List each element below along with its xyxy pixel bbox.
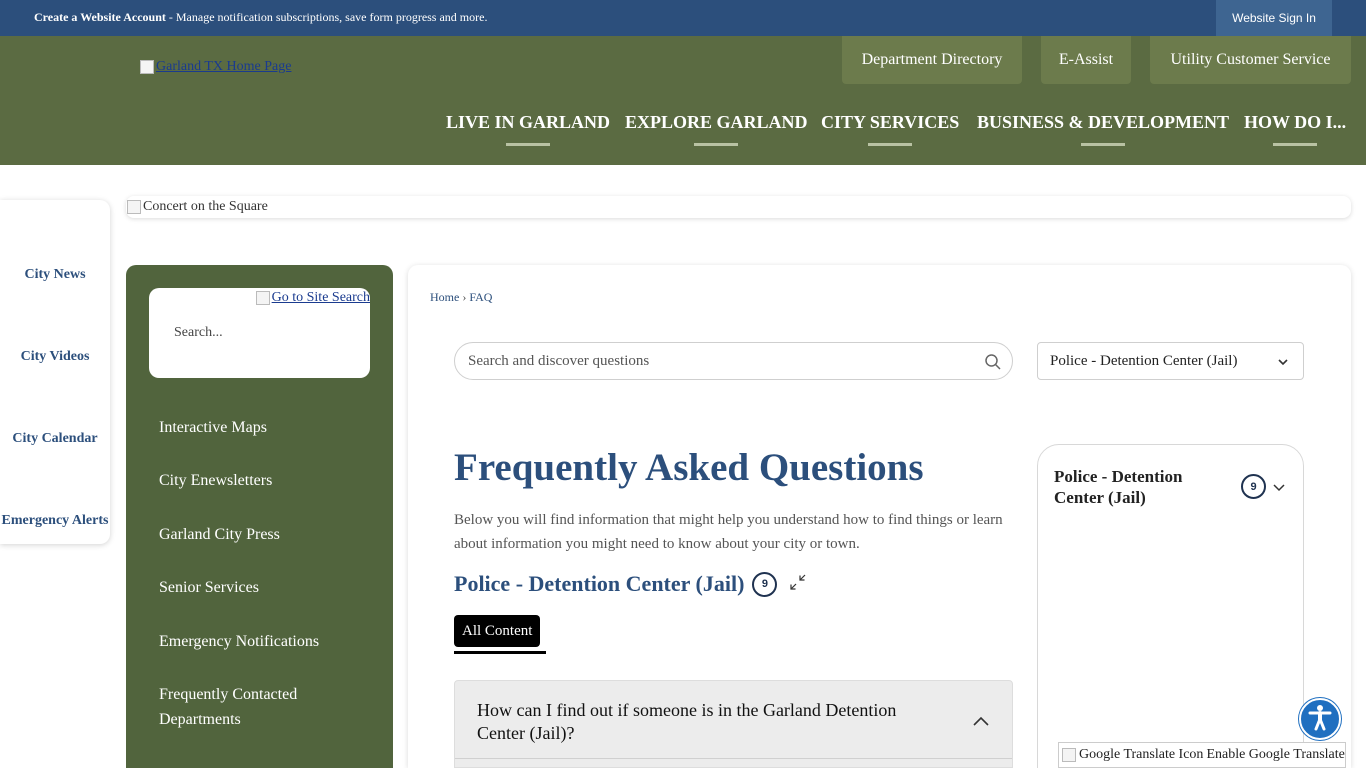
- create-account-message[interactable]: Create a Website Account - Manage notifi…: [34, 10, 487, 25]
- nav-live-in-garland[interactable]: LIVE IN GARLAND: [446, 112, 610, 152]
- site-search-box[interactable]: Go to Site Search Search...: [149, 288, 370, 378]
- nav-label: LIVE IN GARLAND: [446, 112, 611, 132]
- breadcrumb: Home › FAQ: [430, 290, 492, 305]
- nav-underline: [1273, 143, 1318, 146]
- banner-alt-text: Concert on the Square: [143, 199, 268, 214]
- chevron-down-icon[interactable]: [1272, 480, 1286, 498]
- category-heading: Police - Detention Center (Jail) 9: [454, 571, 807, 597]
- quicklink-city-calendar[interactable]: City Calendar: [0, 431, 110, 447]
- accessibility-icon: [1305, 702, 1335, 737]
- breadcrumb-current[interactable]: FAQ: [469, 290, 492, 304]
- nav-label: CITY SERVICES: [821, 112, 960, 132]
- site-header: Garland TX Home Page Department Director…: [0, 36, 1366, 165]
- broken-image-icon: [127, 200, 141, 214]
- sidebar-item-garland-city-press[interactable]: Garland City Press: [159, 522, 379, 547]
- category-heading-text: Police - Detention Center (Jail): [454, 571, 745, 596]
- collapse-arrows-icon[interactable]: [789, 573, 807, 596]
- translate-label: Enable Google Translate: [1206, 747, 1345, 762]
- chevron-down-icon: [1277, 355, 1289, 373]
- category-card-name: Police - Detention Center (Jail): [1054, 467, 1183, 507]
- sidebar-item-frequently-contacted-departments[interactable]: Frequently Contacted Departments: [159, 682, 379, 732]
- nav-underline: [694, 143, 739, 146]
- site-search-link[interactable]: Go to Site Search: [255, 290, 370, 306]
- quicklink-city-news[interactable]: City News: [0, 267, 110, 283]
- category-card[interactable]: Police - Detention Center (Jail) 9: [1037, 444, 1304, 768]
- sidebar-item-interactive-maps[interactable]: Interactive Maps: [159, 415, 379, 440]
- search-icon[interactable]: [984, 353, 1002, 376]
- site-search-link-text: Go to Site Search: [271, 290, 370, 305]
- e-assist-button[interactable]: E-Assist: [1041, 36, 1131, 84]
- category-select[interactable]: Police - Detention Center (Jail): [1037, 342, 1304, 380]
- hero-banner: Concert on the Square: [126, 196, 1351, 218]
- tab-active-underline: [454, 651, 546, 654]
- translate-icon-alt: Google Translate Icon: [1079, 747, 1204, 762]
- department-directory-button[interactable]: Department Directory: [842, 36, 1022, 84]
- nav-underline: [506, 143, 551, 146]
- nav-explore-garland[interactable]: EXPLORE GARLAND: [625, 112, 808, 152]
- faq-question-text: How can I find out if someone is in the …: [477, 700, 897, 743]
- sidebar: Go to Site Search Search... Interactive …: [126, 265, 393, 768]
- quicklink-city-videos[interactable]: City Videos: [0, 349, 110, 365]
- site-search-input[interactable]: Search...: [174, 325, 223, 341]
- quick-links-panel: City News City Videos City Calendar Emer…: [0, 200, 110, 544]
- sidebar-item-city-enewsletters[interactable]: City Enewsletters: [159, 468, 379, 493]
- faq-search-placeholder: Search and discover questions: [468, 353, 650, 369]
- quicklink-emergency-alerts[interactable]: Emergency Alerts: [0, 513, 110, 529]
- breadcrumb-home[interactable]: Home: [430, 290, 459, 304]
- chevron-up-icon[interactable]: [972, 714, 990, 732]
- broken-image-icon: [140, 60, 154, 74]
- page-title: Frequently Asked Questions: [454, 446, 924, 489]
- sidebar-item-emergency-notifications[interactable]: Emergency Notifications: [159, 629, 379, 654]
- nav-city-services[interactable]: CITY SERVICES: [821, 112, 959, 152]
- nav-label: BUSINESS & DEVELOPMENT: [977, 112, 1230, 132]
- logo-alt-text: Garland TX Home Page: [156, 59, 292, 74]
- home-logo-link[interactable]: Garland TX Home Page: [140, 59, 291, 75]
- nav-how-do-i[interactable]: HOW DO I...: [1244, 112, 1346, 152]
- broken-image-icon: [255, 291, 270, 305]
- create-account-description: - Manage notification subscriptions, sav…: [165, 10, 488, 24]
- broken-image-icon: [1062, 748, 1076, 762]
- create-account-link[interactable]: Create a Website Account: [34, 10, 166, 24]
- nav-label: HOW DO I...: [1244, 112, 1347, 132]
- sidebar-item-senior-services[interactable]: Senior Services: [159, 575, 379, 600]
- nav-underline: [1081, 143, 1126, 146]
- google-translate-button[interactable]: Google Translate Icon Enable Google Tran…: [1058, 742, 1346, 768]
- category-select-value: Police - Detention Center (Jail): [1050, 353, 1238, 369]
- nav-label: EXPLORE GARLAND: [625, 112, 808, 132]
- question-divider: [455, 758, 1012, 759]
- category-count-badge: 9: [752, 571, 778, 597]
- top-bar: Create a Website Account - Manage notifi…: [0, 0, 1366, 36]
- nav-business-development[interactable]: BUSINESS & DEVELOPMENT: [977, 112, 1229, 152]
- accessibility-button[interactable]: [1299, 698, 1341, 740]
- sign-in-button[interactable]: Website Sign In: [1216, 0, 1332, 36]
- faq-intro: Below you will find information that mig…: [454, 512, 1003, 552]
- breadcrumb-separator: ›: [462, 290, 467, 304]
- nav-underline: [868, 143, 913, 146]
- tab-all-content[interactable]: All Content: [454, 615, 541, 647]
- faq-search-input[interactable]: Search and discover questions: [454, 342, 1013, 380]
- main-content: Home › FAQ Search and discover questions P…: [408, 265, 1351, 768]
- faq-question-item[interactable]: How can I find out if someone is in the …: [454, 680, 1013, 768]
- category-card-count-badge: 9: [1241, 474, 1266, 499]
- utility-customer-service-button[interactable]: Utility Customer Service: [1150, 36, 1351, 84]
